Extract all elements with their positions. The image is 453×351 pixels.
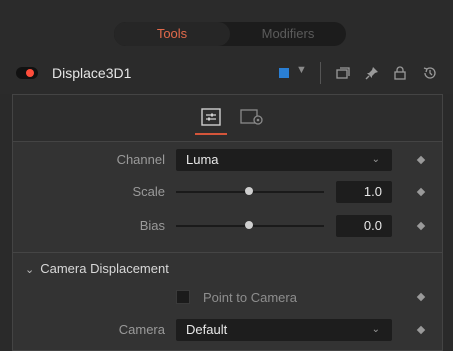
- camera-dropdown[interactable]: Default ⌄: [176, 319, 392, 341]
- active-tab-underline: [195, 133, 227, 135]
- node-header: Displace3D1 ▼: [0, 54, 453, 94]
- section-title: Camera Displacement: [40, 261, 169, 276]
- header-separator: [320, 62, 321, 84]
- tab-settings[interactable]: [239, 107, 263, 127]
- section-divider: [13, 252, 442, 253]
- scale-input[interactable]: 1.0: [336, 181, 392, 203]
- controls-icon: [201, 108, 221, 126]
- bias-keyframe-button[interactable]: [416, 221, 426, 231]
- chevron-down-icon[interactable]: ▼: [296, 64, 307, 76]
- reset-icon[interactable]: [422, 65, 438, 81]
- point-to-camera-checkbox[interactable]: [176, 290, 190, 304]
- bias-slider-handle[interactable]: [245, 221, 253, 229]
- lock-icon[interactable]: [392, 65, 408, 81]
- tab-controls[interactable]: [195, 107, 227, 135]
- top-tab-bar: Tools Modifiers: [0, 0, 453, 54]
- camera-displacement-header[interactable]: ⌄ Camera Displacement: [25, 261, 169, 276]
- inspector-panel: Channel Luma ⌄ Scale 1.0 Bias 0.0 ⌄ Camer…: [12, 94, 443, 351]
- scale-slider-handle[interactable]: [245, 187, 253, 195]
- enabled-indicator: [26, 69, 34, 77]
- node-name: Displace3D1: [52, 65, 132, 81]
- node-enable-toggle[interactable]: [16, 67, 38, 79]
- tab-tools[interactable]: Tools: [114, 22, 230, 46]
- scale-keyframe-button[interactable]: [416, 187, 426, 197]
- control-tabs: [13, 95, 442, 142]
- chevron-down-icon: ⌄: [371, 324, 380, 335]
- chevron-down-icon: ⌄: [25, 264, 35, 276]
- camera-keyframe-button[interactable]: [416, 325, 426, 335]
- channel-label: Channel: [116, 152, 165, 167]
- channel-dropdown[interactable]: Luma ⌄: [176, 149, 392, 171]
- camera-label: Camera: [118, 322, 165, 337]
- node-color-swatch[interactable]: [279, 68, 289, 78]
- bias-label: Bias: [139, 218, 165, 233]
- version-icon[interactable]: [335, 65, 351, 81]
- channel-value: Luma: [186, 152, 219, 167]
- point-to-camera-label: Point to Camera: [203, 290, 297, 305]
- channel-keyframe-button[interactable]: [416, 155, 426, 165]
- settings-icon: [240, 109, 263, 125]
- bias-input[interactable]: 0.0: [336, 215, 392, 237]
- pin-icon[interactable]: [364, 65, 380, 81]
- scale-label: Scale: [132, 184, 165, 199]
- tools-modifiers-switch: Tools Modifiers: [114, 22, 346, 46]
- chevron-down-icon: ⌄: [371, 154, 380, 165]
- camera-value: Default: [186, 322, 228, 337]
- point-to-camera-keyframe-button[interactable]: [416, 292, 426, 302]
- tab-modifiers[interactable]: Modifiers: [230, 22, 346, 46]
